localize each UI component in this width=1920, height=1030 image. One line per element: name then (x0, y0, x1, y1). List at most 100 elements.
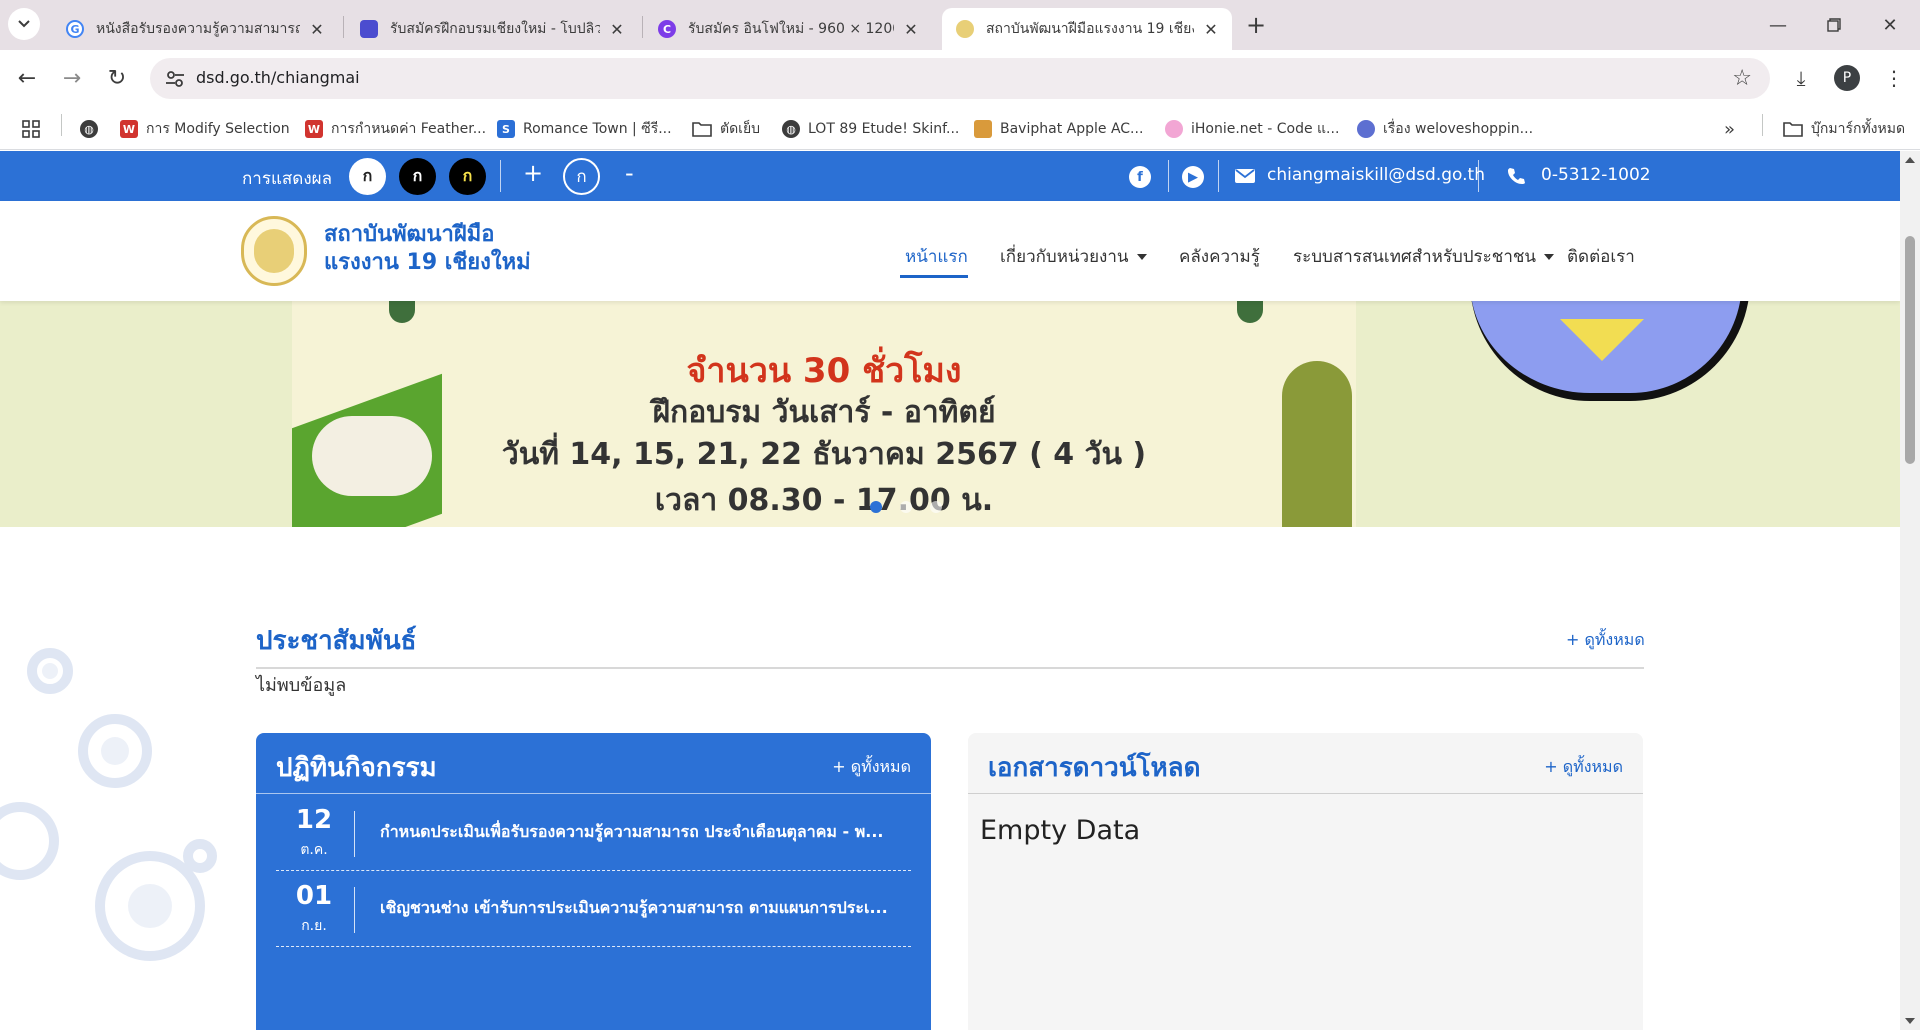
bookmark-item[interactable]: iHonie.net - Code แ... (1165, 118, 1339, 140)
calendar-event[interactable]: 12 ต.ค. กำหนดประเมินเพื่อรับรองความรู้คว… (276, 795, 911, 871)
theme-high-contrast-button[interactable]: ก (449, 158, 486, 195)
browser-tab-3[interactable]: สถาบันพัฒนาฝีมือแรงงาน 19 เชียงใหม่ ✕ (942, 8, 1232, 50)
arrow-left-icon: ← (17, 65, 37, 91)
hero-carousel[interactable]: จำนวน 30 ชั่วโมง ฝึกอบรม วันเสาร์ - อาทิ… (0, 301, 1900, 527)
browser-tab-2[interactable]: C รับสมัคร อินโฟใหม่ - 960 × 1200px ✕ (644, 8, 932, 50)
bookmark-item[interactable]: W การกำหนดค่า Feather... (305, 118, 486, 140)
font-increase-button[interactable]: + (523, 159, 543, 187)
folder-icon (1783, 122, 1803, 137)
nav-about[interactable]: เกี่ยวกับหน่วยงาน (1000, 243, 1147, 270)
pr-see-all-link[interactable]: + ดูทั้งหมด (1566, 628, 1645, 653)
forward-button[interactable]: → (55, 61, 89, 95)
nav-home[interactable]: หน้าแรก (905, 243, 968, 270)
s-icon: S (497, 120, 515, 138)
downloads-title: เอกสารดาวน์โหลด (988, 753, 1201, 783)
restore-icon (1827, 18, 1841, 32)
tab-strip: G หนังสือรับรองความรู้ความสามารถ - ค ✕ ร… (0, 0, 1920, 50)
close-icon: ✕ (1882, 14, 1898, 36)
carousel-dot[interactable] (930, 501, 942, 513)
close-icon[interactable]: ✕ (308, 20, 326, 39)
reload-button[interactable]: ↻ (100, 61, 134, 95)
downloads-divider (968, 793, 1643, 794)
scrollbar-thumb[interactable] (1905, 236, 1915, 464)
heart-ornament-icon (1237, 301, 1263, 323)
divider (1168, 160, 1169, 192)
browser-tab-0[interactable]: G หนังสือรับรองความรู้ความสามารถ - ค ✕ (52, 8, 338, 50)
event-title[interactable]: กำหนดประเมินเพื่อรับรองความรู้ความสามารถ… (380, 820, 900, 845)
event-divider (354, 811, 355, 857)
carousel-dot[interactable] (900, 501, 912, 513)
apps-button[interactable] (22, 118, 40, 140)
bookmark-item[interactable]: S Romance Town | ซีรี... (497, 118, 672, 140)
tab-title: รับสมัคร อินโฟใหม่ - 960 × 1200px (688, 21, 894, 37)
bookmark-label: เรื่อง weloveshoppin... (1383, 121, 1534, 137)
folder-icon (692, 122, 712, 137)
bookmark-label: iHonie.net - Code แ... (1191, 121, 1340, 137)
dsd-emblem-logo[interactable] (241, 216, 307, 286)
font-decrease-button[interactable]: - (625, 159, 634, 187)
event-title[interactable]: เชิญชวนช่าง เข้ารับการประเมินความรู้ความ… (380, 896, 900, 921)
carousel-slide[interactable]: จำนวน 30 ชั่วโมง ฝึกอบรม วันเสาร์ - อาทิ… (292, 301, 1356, 527)
bookmark-item[interactable]: ◍ (80, 118, 106, 140)
restore-button[interactable] (1806, 0, 1862, 50)
font-reset-button[interactable]: ก (563, 158, 600, 195)
google-icon: G (66, 20, 84, 38)
wls-icon (1357, 120, 1375, 138)
address-bar[interactable]: dsd.go.th/chiangmai ☆ (150, 58, 1770, 99)
close-window-button[interactable]: ✕ (1862, 0, 1918, 50)
bookmark-divider (1762, 114, 1763, 136)
nav-knowledge[interactable]: คลังความรู้ (1179, 243, 1260, 270)
contact-email[interactable]: chiangmaiskill@dsd.go.th (1267, 165, 1485, 185)
theme-dark-button[interactable]: ก (399, 158, 436, 195)
calendar-see-all-link[interactable]: + ดูทั้งหมด (832, 755, 911, 780)
nav-info-system-label: ระบบสารสนเทศสำหรับประชาชน (1293, 247, 1537, 267)
tab-search-button[interactable] (8, 8, 40, 40)
bookmark-star-icon[interactable]: ☆ (1732, 66, 1752, 91)
new-tab-button[interactable]: + (1240, 9, 1272, 41)
bookmark-item[interactable]: ◍ LOT 89 Etude! Skinf... (782, 118, 959, 140)
scroll-down-arrow-icon[interactable] (1905, 1018, 1915, 1024)
reload-icon: ↻ (107, 65, 127, 91)
bookmark-label: การ Modify Selection (146, 121, 290, 137)
bookmark-label: LOT 89 Etude! Skinf... (808, 121, 960, 137)
calendar-divider (256, 793, 931, 794)
bunny-icon (1165, 120, 1183, 138)
contact-phone[interactable]: 0-5312-1002 (1541, 165, 1651, 185)
phone-icon (1508, 168, 1525, 184)
nav-contact[interactable]: ติดต่อเรา (1567, 243, 1635, 270)
more-bookmarks-button[interactable]: » (1724, 118, 1735, 140)
theme-default-button[interactable]: ก (349, 158, 386, 195)
tab-title: รับสมัครฝึกอบรมเชียงใหม่ - โบปลิว (/ (390, 21, 600, 37)
minimize-button[interactable]: — (1750, 0, 1806, 50)
profile-avatar[interactable]: P (1834, 65, 1860, 91)
browser-tab-1[interactable]: รับสมัครฝึกอบรมเชียงใหม่ - โบปลิว (/ ✕ (346, 8, 638, 50)
browser-menu-button[interactable]: ⋮ (1878, 62, 1910, 94)
url-text[interactable]: dsd.go.th/chiangmai (196, 68, 360, 87)
bookmark-label: การกำหนดค่า Feather... (331, 121, 487, 137)
facebook-icon[interactable]: f (1129, 166, 1151, 188)
plus-icon: + (1245, 11, 1267, 39)
downloads-see-all-link[interactable]: + ดูทั้งหมด (1544, 755, 1623, 780)
bookmark-item[interactable]: Baviphat Apple AC... (974, 118, 1143, 140)
tab-title: หนังสือรับรองความรู้ความสามารถ - ค (96, 21, 300, 37)
carousel-dot[interactable] (870, 501, 882, 513)
bookmark-item[interactable]: W การ Modify Selection (120, 118, 290, 140)
bookmark-item[interactable]: เรื่อง weloveshoppin... (1357, 118, 1533, 140)
dsd-emblem-icon (956, 20, 974, 38)
nav-info-system[interactable]: ระบบสารสนเทศสำหรับประชาชน (1293, 243, 1555, 270)
downloads-button[interactable]: ⤓ (1785, 62, 1817, 94)
youtube-icon[interactable]: ▶ (1182, 166, 1204, 188)
bookmark-item[interactable]: ตัดเย็บ (692, 118, 760, 140)
download-icon: ⤓ (1796, 66, 1806, 90)
back-button[interactable]: ← (10, 61, 44, 95)
close-icon[interactable]: ✕ (1202, 20, 1220, 39)
downloads-panel: เอกสารดาวน์โหลด + ดูทั้งหมด Empty Data (968, 733, 1643, 1030)
close-icon[interactable]: ✕ (608, 20, 626, 39)
org-name[interactable]: สถาบันพัฒนาฝีมือ แรงงาน 19 เชียงใหม่ (324, 221, 531, 277)
all-bookmarks-folder[interactable]: บุ๊กมาร์กทั้งหมด (1783, 118, 1905, 140)
scroll-up-arrow-icon[interactable] (1905, 157, 1915, 163)
page-scrollbar[interactable] (1900, 151, 1920, 1030)
calendar-event[interactable]: 01 ก.ย. เชิญชวนช่าง เข้ารับการประเมินควา… (276, 871, 911, 947)
banner-days: ฝึกอบรม วันเสาร์ - อาทิตย์ (652, 395, 996, 430)
close-icon[interactable]: ✕ (902, 20, 920, 39)
